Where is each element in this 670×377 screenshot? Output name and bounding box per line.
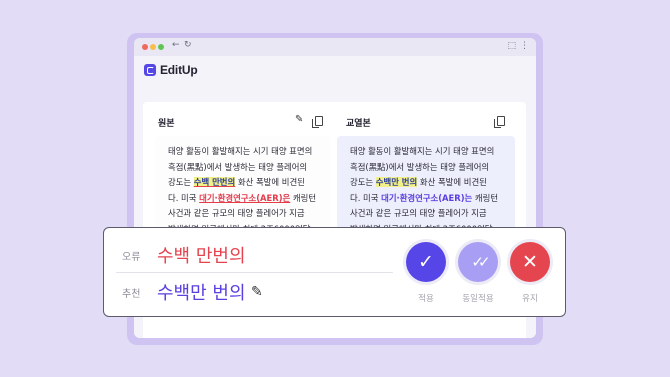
text-segment: 다. 미국 bbox=[350, 192, 382, 203]
browser-menu-icon[interactable]: ⋮ bbox=[520, 41, 529, 51]
editup-logo: EditUp bbox=[144, 63, 198, 77]
edit-suggestion-icon[interactable]: ✎ bbox=[251, 284, 263, 300]
keep-button[interactable]: ✕ bbox=[510, 242, 550, 282]
error-label: 오류 bbox=[122, 252, 141, 263]
back-arrow-icon[interactable]: ← bbox=[172, 40, 180, 50]
logo-text: EditUp bbox=[160, 63, 198, 77]
text-line: 강도는 수백만 번의 화산 폭발에 비견된 bbox=[350, 175, 515, 191]
text-segment: 다. 미국 bbox=[168, 192, 200, 203]
corrected-title: 교열본 bbox=[346, 119, 371, 129]
suggestion-value: 수백만 번의 bbox=[157, 283, 246, 304]
text-segment: 캐링턴 bbox=[472, 192, 499, 203]
minimize-window-dot[interactable] bbox=[150, 44, 156, 50]
highlighted-phrase[interactable]: 수백 만번의 bbox=[193, 177, 236, 188]
apply-all-button[interactable]: ✓✓ bbox=[458, 242, 498, 282]
text-segment: 흑점(黑點)에서 발생하는 태양 플레어의 bbox=[168, 161, 308, 172]
text-line: 태양 활동이 활발해지는 시기 태양 표면의 bbox=[168, 144, 330, 160]
highlighted-phrase[interactable]: 수백만 번의 bbox=[375, 177, 418, 188]
correction-popup: 오류 수백 만번의 추천 수백만 번의 ✎ ✓ 적용 ✓✓ 동일적용 ✕ 유지 bbox=[103, 227, 566, 317]
text-segment: 캐링턴 bbox=[290, 192, 317, 203]
error-value: 수백 만번의 bbox=[157, 246, 246, 267]
apply-label: 적용 bbox=[418, 294, 434, 304]
corrected-phrase[interactable]: 대기·환경연구소(AER)는 bbox=[381, 193, 472, 203]
text-line: 사건과 같은 규모의 태양 플레어가 지금 bbox=[350, 206, 515, 222]
original-title: 원본 bbox=[158, 119, 175, 129]
popup-divider bbox=[116, 272, 393, 273]
text-line: 태양 활동이 활발해지는 시기 태양 표면의 bbox=[350, 144, 515, 160]
copy-corrected-icon[interactable] bbox=[494, 116, 505, 128]
check-icon: ✓ bbox=[418, 251, 434, 273]
text-segment: 강도는 bbox=[350, 177, 376, 188]
keep-label: 유지 bbox=[522, 294, 538, 304]
text-segment: 흑점(黑點)에서 발생하는 태양 플레어의 bbox=[350, 161, 490, 172]
apply-all-label: 동일적용 bbox=[462, 294, 494, 304]
close-icon: ✕ bbox=[522, 251, 538, 273]
browser-titlebar: ← ↻ ⬚ ⋮ bbox=[134, 38, 536, 56]
reload-icon[interactable]: ↻ bbox=[184, 40, 192, 50]
text-segment: 화산 폭발에 비견된 bbox=[235, 177, 305, 188]
keep-action: ✕ 유지 bbox=[510, 242, 550, 304]
text-line: 흑점(黑點)에서 발생하는 태양 플레어의 bbox=[350, 160, 515, 176]
double-check-icon: ✓✓ bbox=[471, 253, 490, 271]
text-line: 다. 미국 대기·환경연구소(AER)는 캐링턴 bbox=[350, 191, 515, 207]
text-segment: 태양 활동이 활발해지는 시기 태양 표면의 bbox=[168, 146, 313, 156]
error-row: 오류 수백 만번의 bbox=[104, 240, 394, 270]
text-segment: 사건과 같은 규모의 태양 플레어가 지금 bbox=[350, 208, 487, 219]
text-segment: 태양 활동이 활발해지는 시기 태양 표면의 bbox=[350, 146, 495, 156]
text-line: 흑점(黑點)에서 발생하는 태양 플레어의 bbox=[168, 160, 330, 176]
apply-button[interactable]: ✓ bbox=[406, 242, 446, 282]
text-segment: 사건과 같은 규모의 태양 플레어가 지금 bbox=[168, 208, 305, 219]
maximize-window-dot[interactable] bbox=[158, 44, 164, 50]
text-segment: 화산 폭발에 비견된 bbox=[417, 177, 487, 188]
text-line: 강도는 수백 만번의 화산 폭발에 비견된 bbox=[168, 175, 330, 191]
text-line: 다. 미국 대기·환경연구소(AER)은 캐링턴 bbox=[168, 191, 330, 207]
extension-icon[interactable]: ⬚ bbox=[507, 41, 516, 51]
text-line: 사건과 같은 규모의 태양 플레어가 지금 bbox=[168, 206, 330, 222]
apply-all-action: ✓✓ 동일적용 bbox=[458, 242, 498, 304]
pencil-icon[interactable]: ✎ bbox=[295, 114, 303, 125]
logo-mark-icon bbox=[144, 64, 156, 76]
close-window-dot[interactable] bbox=[142, 44, 148, 50]
error-phrase[interactable]: 대기·환경연구소(AER)은 bbox=[199, 193, 290, 203]
text-segment: 강도는 bbox=[168, 177, 194, 188]
suggestion-label: 추천 bbox=[122, 289, 141, 300]
suggestion-row: 추천 수백만 번의 ✎ bbox=[104, 277, 394, 307]
copy-original-icon[interactable] bbox=[312, 116, 323, 128]
apply-action: ✓ 적용 bbox=[406, 242, 446, 304]
